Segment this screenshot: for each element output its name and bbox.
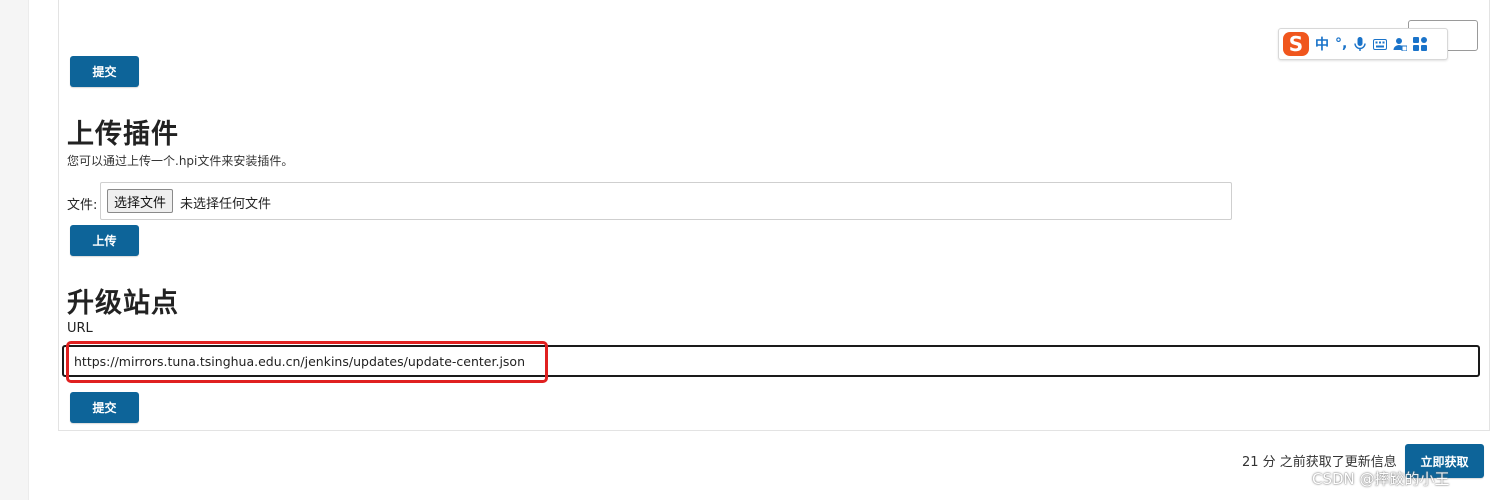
file-label: 文件: — [67, 198, 98, 213]
proxy-submit-button[interactable]: 提交 — [70, 56, 139, 87]
microphone-icon[interactable] — [1353, 37, 1367, 51]
left-sidebar-edge — [0, 0, 29, 500]
upload-button[interactable]: 上传 — [70, 225, 139, 256]
update-site-heading: 升级站点 — [67, 288, 179, 319]
sogou-logo-icon[interactable]: S — [1283, 32, 1309, 56]
keyboard-icon[interactable] — [1373, 37, 1388, 51]
ime-punctuation-indicator[interactable]: °, — [1335, 36, 1347, 52]
upload-plugin-heading: 上传插件 — [67, 119, 179, 150]
ime-mode-indicator[interactable]: 中 — [1315, 34, 1329, 54]
toolbox-grid-icon[interactable] — [1413, 37, 1428, 51]
update-site-url-input[interactable] — [62, 345, 1480, 377]
csdn-watermark: CSDN @摔跤的小王 — [1312, 470, 1450, 488]
url-label: URL — [67, 321, 93, 336]
upload-plugin-description: 您可以通过上传一个.hpi文件来安装插件。 — [67, 154, 294, 168]
user-settings-icon[interactable] — [1393, 37, 1408, 51]
update-site-submit-button[interactable]: 提交 — [70, 392, 139, 423]
choose-file-button[interactable]: 选择文件 — [107, 189, 174, 213]
no-file-selected-text: 未选择任何文件 — [180, 197, 272, 212]
ime-toolbar: S 中 °, — [1278, 28, 1448, 60]
